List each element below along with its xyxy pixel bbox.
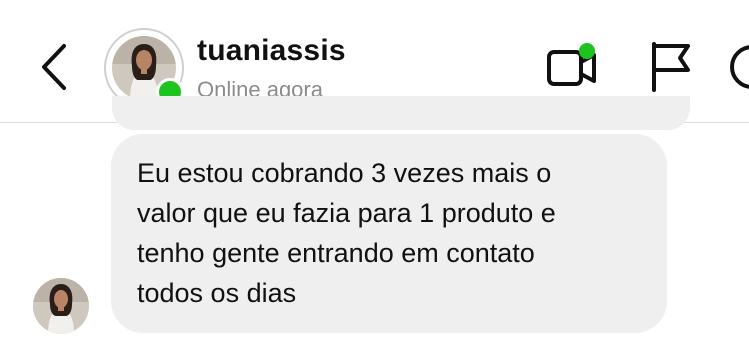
info-icon[interactable] [728, 44, 749, 90]
message-line: todos os dias [137, 278, 297, 308]
message-line: valor que eu fazia para 1 produto e [137, 198, 556, 228]
previous-message-bubble [112, 96, 690, 130]
video-call-icon[interactable] [546, 42, 600, 90]
message-line: Eu estou cobrando 3 vezes mais o [137, 158, 552, 188]
chat-username[interactable]: tuaniassis [197, 34, 346, 68]
sender-avatar[interactable] [33, 278, 89, 334]
message-text: Eu estou cobrando 3 vezes mais o valor q… [137, 153, 641, 313]
flag-icon[interactable] [648, 40, 694, 92]
back-chevron-icon[interactable] [34, 42, 74, 92]
message-bubble[interactable]: Eu estou cobrando 3 vezes mais o valor q… [111, 134, 667, 333]
message-line: tenho gente entrando em contato [137, 238, 535, 268]
